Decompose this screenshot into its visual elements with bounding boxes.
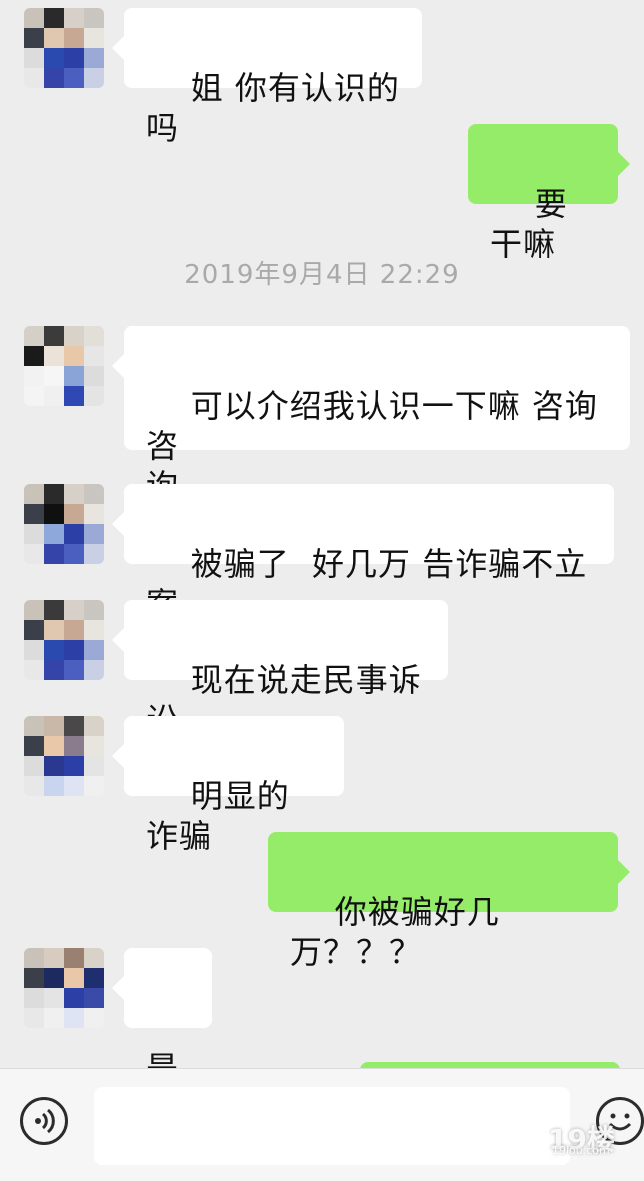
message-bubble-incoming[interactable]: 现在说走民事诉讼 xyxy=(112,600,448,739)
message-input[interactable] xyxy=(94,1087,570,1165)
message-bubble-incoming[interactable]: 明显的诈骗 xyxy=(112,716,344,855)
message-bubble-outgoing[interactable]: 要干嘛 xyxy=(468,124,630,263)
watermark-logo: 19楼 19lou.com xyxy=(548,1123,615,1157)
message-bubble-incoming[interactable]: 被骗了 好几万 告诈骗不立案 xyxy=(112,484,614,623)
message-text: 姐 你有认识的吗 xyxy=(146,69,400,147)
message-bubble-incoming[interactable]: 是 xyxy=(112,948,212,1068)
message-text: 你被骗好几万？？？ xyxy=(290,893,500,971)
avatar[interactable] xyxy=(24,716,104,796)
timestamp: 2019年9月4日 22:29 xyxy=(184,260,460,290)
chat-area: 姐 你有认识的吗 要干嘛 2019年9月4日 22:29 可以介绍我认识一下嘛 … xyxy=(0,0,644,1068)
message-text: 要干嘛 xyxy=(490,185,568,263)
message-bubble-outgoing[interactable]: 你被骗好几万？？？ xyxy=(268,832,630,971)
voice-icon[interactable] xyxy=(20,1097,68,1145)
avatar[interactable] xyxy=(24,948,104,1028)
avatar[interactable] xyxy=(24,326,104,406)
message-bubble-incoming[interactable]: 可以介绍我认识一下嘛 咨询咨 询 xyxy=(112,326,630,505)
message-text: 是 xyxy=(146,1049,180,1068)
avatar[interactable] xyxy=(24,600,104,680)
message-bubble-incoming[interactable]: 姐 你有认识的吗 xyxy=(112,8,422,147)
avatar[interactable] xyxy=(24,484,104,564)
avatar[interactable] xyxy=(24,8,104,88)
